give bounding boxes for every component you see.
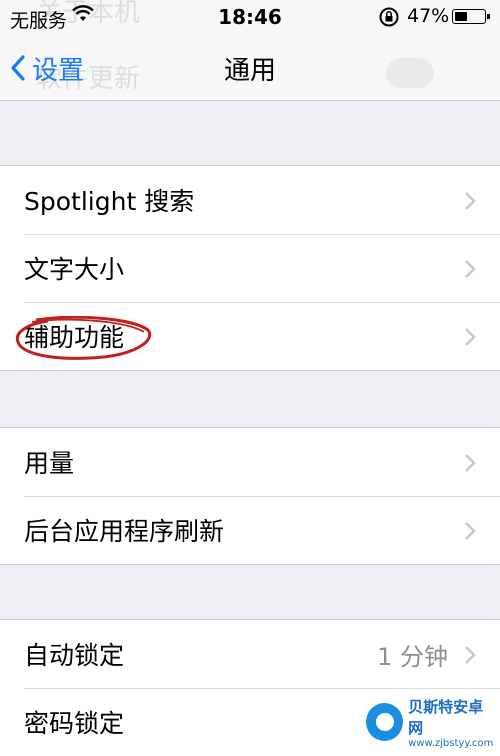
chevron-right-icon <box>465 522 476 540</box>
battery-icon <box>452 9 490 24</box>
status-bar: 无服务 18:46 47% <box>0 0 500 34</box>
settings-group-2: 用量 后台应用程序刷新 <box>0 427 500 565</box>
chevron-right-icon <box>465 646 476 664</box>
row-spotlight-search[interactable]: Spotlight 搜索 <box>0 166 500 234</box>
battery-percent: 47% <box>407 5 450 27</box>
page-title: 通用 <box>223 56 276 86</box>
row-label: 文字大小 <box>24 255 125 284</box>
row-background-app-refresh[interactable]: 后台应用程序刷新 <box>0 496 500 564</box>
auto-lock-value: 1 分钟 <box>377 642 448 671</box>
chevron-right-icon <box>465 192 476 210</box>
battery-fill <box>455 12 468 21</box>
highlight-circle <box>15 316 152 360</box>
watermark-url: www.zjbstyy.com <box>408 737 494 749</box>
watermark: 贝斯特安卓网 www.zjbstyy.com <box>366 698 496 749</box>
row-label: Spotlight 搜索 <box>24 187 195 216</box>
row-label: 后台应用程序刷新 <box>24 517 225 546</box>
watermark-title: 贝斯特安卓网 <box>408 697 484 737</box>
row-label: 用量 <box>24 449 75 478</box>
row-auto-lock[interactable]: 自动锁定 1 分钟 <box>0 620 500 688</box>
row-text-size[interactable]: 文字大小 <box>0 234 500 302</box>
row-label: 自动锁定 <box>24 641 125 670</box>
chevron-right-icon <box>465 260 476 278</box>
row-usage[interactable]: 用量 <box>0 428 500 496</box>
chevron-right-icon <box>465 454 476 472</box>
watermark-logo-icon <box>366 703 404 741</box>
chevron-right-icon <box>465 328 476 346</box>
rotation-lock-icon <box>378 6 400 33</box>
row-label: 密码锁定 <box>24 709 125 738</box>
navigation-bar: 关于本机 软件更新 无服务 18:46 47% 设置 通用 <box>0 0 500 101</box>
